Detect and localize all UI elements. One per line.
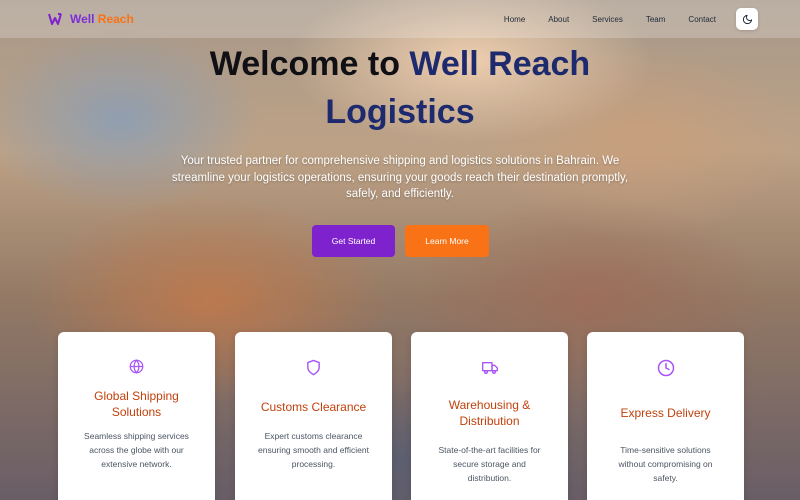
theme-toggle-button[interactable] [736,8,758,30]
brand-logo-icon [48,13,62,25]
hero-title: Welcome to Well Reach Logistics [0,40,800,136]
service-card-description: State-of-the-art facilities for secure s… [438,445,541,483]
learn-more-button[interactable]: Learn More [405,225,489,257]
hero-buttons: Get Started Learn More [312,225,489,257]
nav-link-home[interactable]: Home [504,15,525,24]
nav-link-team[interactable]: Team [646,15,666,24]
card-icon-wrap [58,359,215,374]
brand-name-part1: Well [70,12,95,26]
brand-name: Well Reach [70,12,134,26]
service-card-customs-clearance[interactable]: Customs Clearance Expert customs clearan… [235,332,392,500]
hero-title-accent: Well Reach [409,45,591,83]
top-navbar: Well Reach Home About Services Team Cont… [0,0,800,38]
clock-icon [657,359,674,377]
card-icon-wrap [587,359,744,377]
service-card-description: Seamless shipping services across the gl… [84,431,189,469]
service-card-description: Time-sensitive solutions without comprom… [618,445,713,483]
service-card-description: Expert customs clearance ensuring smooth… [258,431,369,469]
service-card-title: Warehousing & Distribution [448,398,531,428]
service-card-express-delivery[interactable]: Express Delivery Time-sensitive solution… [587,332,744,500]
service-card-title: Customs Clearance [260,400,367,414]
nav-link-services[interactable]: Services [592,15,623,24]
card-icon-wrap [235,359,392,376]
service-card-title: Global Shipping Solutions [94,389,179,419]
nav-link-about[interactable]: About [548,15,569,24]
service-card-warehousing[interactable]: Warehousing & Distribution State-of-the-… [411,332,568,500]
globe-icon [129,359,144,374]
get-started-button[interactable]: Get Started [312,225,395,257]
service-card-global-shipping[interactable]: Global Shipping Solutions Seamless shipp… [58,332,215,500]
brand-name-part2: Reach [97,12,134,26]
card-icon-wrap [411,360,568,376]
nav-link-contact[interactable]: Contact [688,15,716,24]
truck-icon [481,362,498,374]
nav-links: Home About Services Team Contact [504,8,758,30]
hero-title-part1: Welcome to [209,45,400,83]
moon-icon [742,14,752,24]
service-card-title: Express Delivery [620,406,711,420]
hero-title-part2: Logistics [325,93,475,131]
shield-icon [307,359,320,376]
brand-logo-link[interactable]: Well Reach [48,12,134,26]
hero-subtitle: Your trusted partner for comprehensive s… [171,155,629,200]
